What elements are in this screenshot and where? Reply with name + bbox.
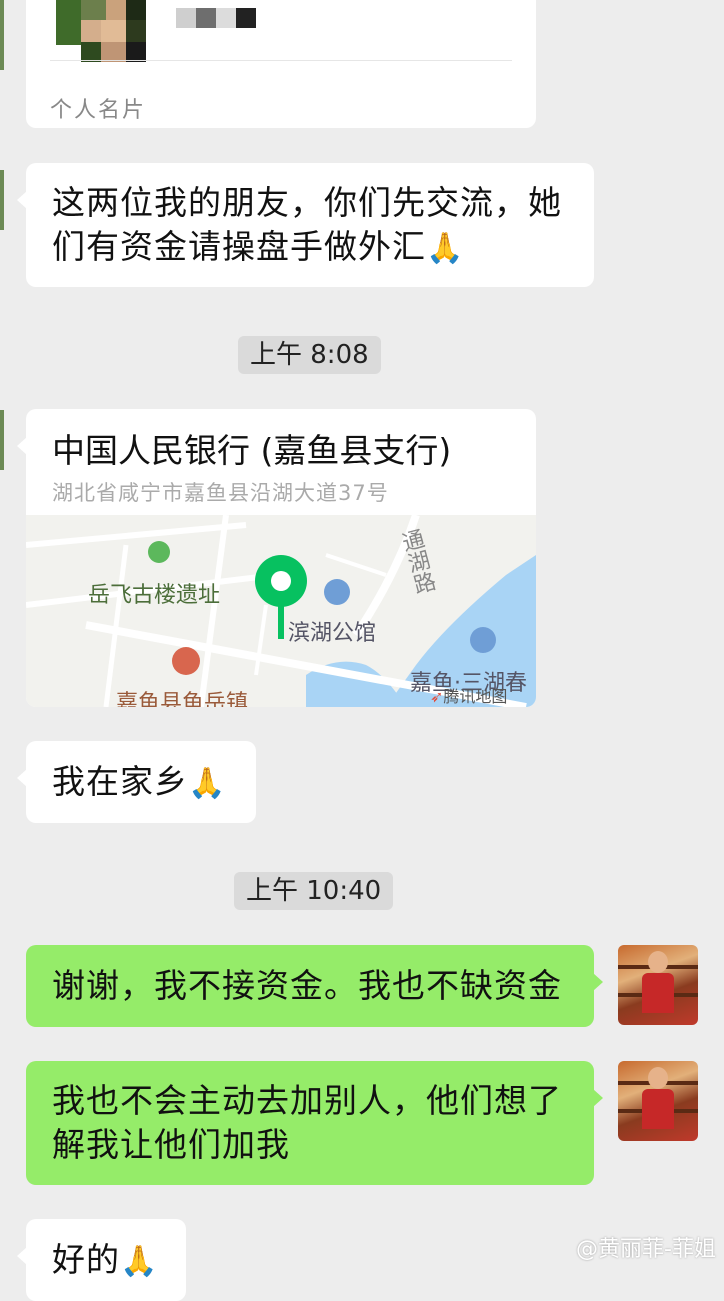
message-bubble[interactable]: 我在家乡🙏: [17, 741, 256, 823]
location-address: 湖北省咸宁市嘉鱼县沿湖大道37号: [52, 481, 389, 505]
contact-avatar: [56, 0, 156, 62]
message-text: 我在家乡: [52, 762, 188, 801]
message-bubble-outgoing[interactable]: 谢谢，我不接资金。我也不缺资金: [26, 945, 603, 1027]
user-avatar[interactable]: [618, 1061, 698, 1141]
timestamp: 上午 8:08: [238, 336, 381, 374]
message-text: 好的: [52, 1240, 120, 1279]
pray-emoji-icon: 🙏: [120, 1244, 158, 1279]
map-label-poi: 滨湖公馆: [288, 621, 377, 646]
edge-mark: [0, 170, 4, 230]
message-bubble[interactable]: 好的🙏: [17, 1219, 186, 1301]
map-brand-icon: ➶: [430, 687, 444, 706]
timestamp: 上午 10:40: [234, 872, 394, 910]
location-card[interactable]: 中国人民银行 (嘉鱼县支行) 湖北省咸宁市嘉鱼县沿湖大道37号 岳飞古楼遗址 滨…: [17, 409, 536, 707]
message-text: 我也不会主动去加别人，他们想了解我让他们加我: [52, 1081, 562, 1164]
poi-home-icon: [470, 627, 496, 653]
edge-mark: [0, 0, 4, 70]
pray-emoji-icon: 🙏: [426, 231, 464, 266]
message-text: 谢谢，我不接资金。我也不缺资金: [52, 966, 562, 1005]
message-text: 这两位我的朋友，你们先交流，她们有资金请操盘手做外汇: [52, 183, 562, 266]
map-brand-text: 腾讯地图: [443, 687, 508, 706]
location-title: 中国人民银行 (嘉鱼县支行): [52, 431, 452, 470]
edge-mark: [0, 410, 4, 470]
card-divider: [50, 60, 512, 61]
user-avatar[interactable]: [618, 945, 698, 1025]
contact-name-redacted: [176, 8, 256, 28]
poi-home-icon: [324, 579, 350, 605]
pray-emoji-icon: 🙏: [188, 766, 226, 801]
map-label-poi: 嘉鱼县鱼岳镇: [116, 691, 249, 707]
message-bubble[interactable]: 这两位我的朋友，你们先交流，她们有资金请操盘手做外汇🙏: [17, 163, 594, 287]
poi-town-icon: [172, 647, 200, 675]
poi-camera-icon: [148, 541, 170, 563]
location-map[interactable]: 岳飞古楼遗址 滨湖公馆 通湖路 嘉鱼县鱼岳镇 嘉鱼·三湖春 ➶腾讯地图: [26, 515, 536, 707]
tencent-map-logo: ➶腾讯地图: [430, 683, 507, 707]
contact-card-label: 个人名片: [50, 98, 147, 123]
map-label-poi: 岳飞古楼遗址: [88, 583, 221, 608]
message-bubble-outgoing[interactable]: 我也不会主动去加别人，他们想了解我让他们加我: [26, 1061, 603, 1185]
watermark: @黄丽菲-菲姐: [576, 1237, 716, 1262]
contact-card[interactable]: 个人名片: [26, 0, 536, 128]
